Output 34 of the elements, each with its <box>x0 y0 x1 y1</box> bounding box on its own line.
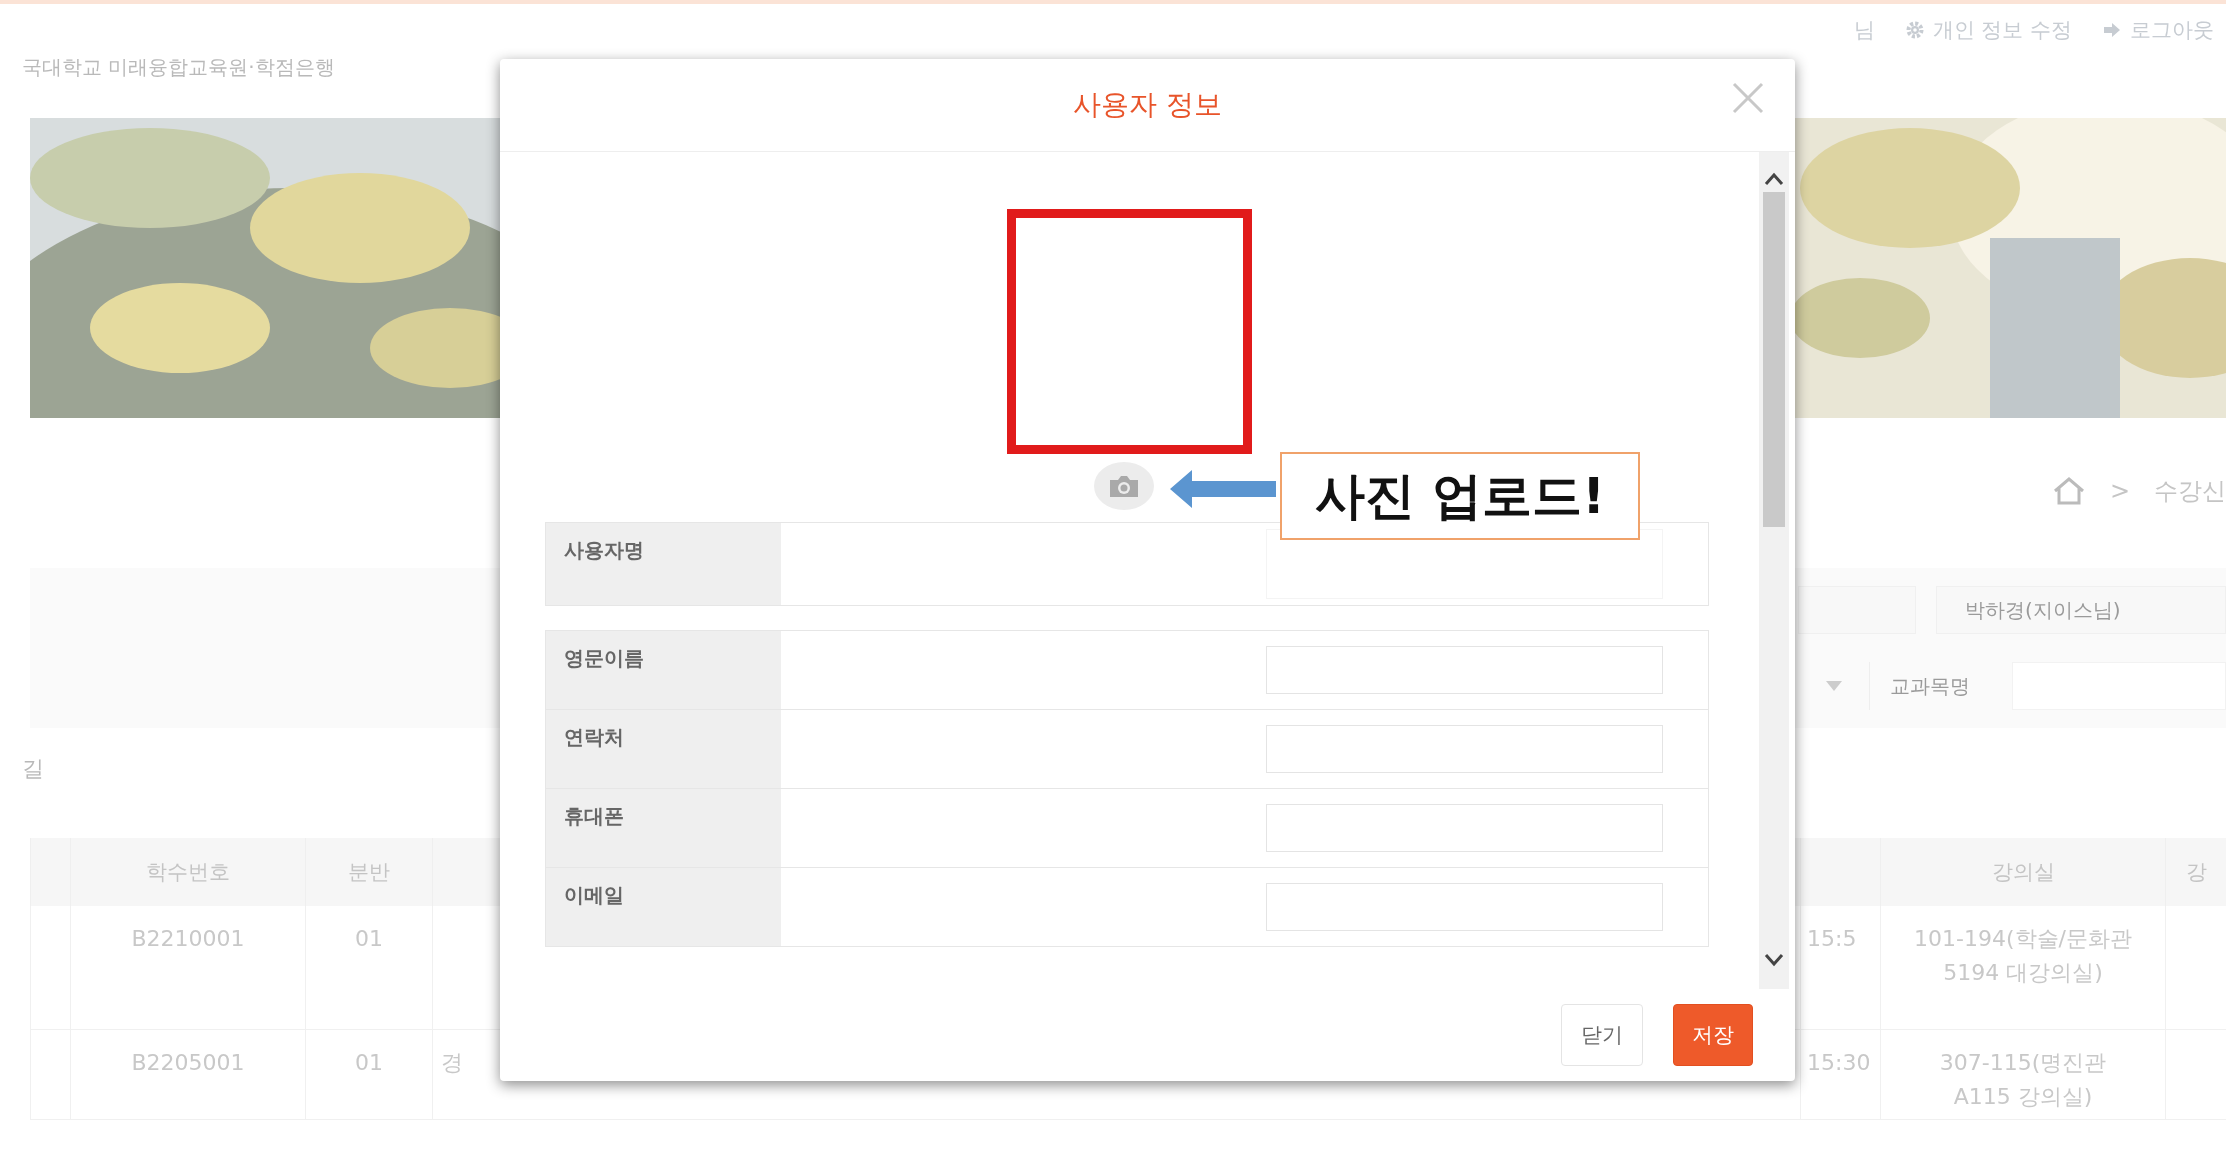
profile-edit-link[interactable]: 개인 정보 수정 <box>1904 16 2072 44</box>
input-field[interactable] <box>1266 883 1663 931</box>
instructor-field[interactable]: 박하경(지이스님) <box>1936 586 2226 634</box>
course-name-label: 교과목명 <box>1890 672 1971 700</box>
camera-icon <box>1107 474 1140 498</box>
home-icon[interactable] <box>2051 476 2086 506</box>
input-field[interactable] <box>1266 646 1663 694</box>
input-field[interactable] <box>1266 804 1663 852</box>
save-button[interactable]: 저장 <box>1673 1004 1753 1066</box>
chevron-up-icon[interactable] <box>1764 172 1784 186</box>
dialog-title: 사용자 정보 <box>1073 87 1222 123</box>
annotation-callout: 사진 업로드! <box>1280 452 1640 540</box>
arrow-icon <box>1170 470 1276 508</box>
field-label: 휴대폰 <box>546 789 781 867</box>
result-label: 길 <box>22 756 44 781</box>
field-label: 연락처 <box>546 710 781 788</box>
field-label: 이메일 <box>546 868 781 946</box>
upload-photo-button[interactable] <box>1093 462 1154 510</box>
user-suffix: 님 <box>1853 17 1875 44</box>
breadcrumb-separator: > <box>2109 477 2130 505</box>
chevron-down-icon[interactable] <box>1764 953 1784 967</box>
search-field[interactable] <box>1798 586 1916 634</box>
gear-icon <box>1904 20 1925 40</box>
scrollbar[interactable] <box>1759 152 1789 989</box>
breadcrumb-link[interactable]: 수강신 <box>2154 475 2226 507</box>
logout-link[interactable]: 로그아웃 <box>2102 16 2214 44</box>
input-field[interactable] <box>1266 725 1663 773</box>
field-label: 영문이름 <box>546 631 781 709</box>
site-title: 국대학교 미래융합교육원·학점은행 <box>21 54 336 81</box>
caret-icon <box>1826 681 1842 691</box>
field-label: 사용자명 <box>546 523 781 605</box>
close-button[interactable]: 닫기 <box>1561 1004 1643 1066</box>
close-icon[interactable] <box>1731 81 1765 115</box>
logout-icon <box>2102 20 2122 40</box>
